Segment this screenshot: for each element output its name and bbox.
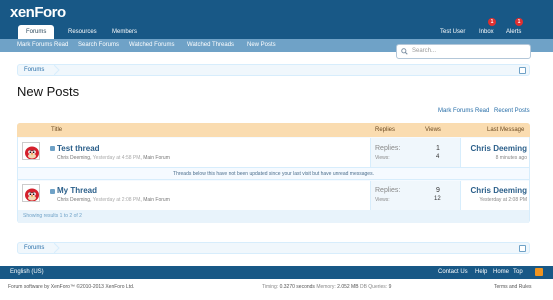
- table-header: [17, 123, 530, 137]
- terms-link[interactable]: Terms and Rules: [494, 284, 532, 290]
- recent-posts-link[interactable]: Recent Posts: [494, 108, 530, 114]
- footer-contact-link[interactable]: Contact Us: [438, 269, 468, 275]
- replies-count: 1: [436, 145, 440, 152]
- site-logo[interactable]: xenForo: [10, 4, 66, 21]
- breadcrumb-arrow-icon: [54, 65, 60, 75]
- views-label: Views:: [375, 197, 390, 203]
- row-stats: [370, 138, 461, 167]
- last-poster[interactable]: Chris Deeming: [460, 144, 527, 153]
- rss-icon[interactable]: [535, 268, 543, 276]
- thread-title-link[interactable]: Test thread: [57, 144, 100, 153]
- subnav-mark-forums-read[interactable]: Mark Forums Read: [17, 42, 68, 48]
- replies-label: Replies:: [375, 187, 401, 194]
- unread-icon[interactable]: [50, 146, 55, 151]
- user-menu[interactable]: Test User: [440, 29, 465, 35]
- subnav-new-posts[interactable]: New Posts: [247, 42, 276, 48]
- breadcrumb-forums[interactable]: Forums: [24, 245, 44, 251]
- footer-home-link[interactable]: Home: [493, 269, 509, 275]
- search-input[interactable]: Search...: [412, 48, 436, 54]
- last-post-time[interactable]: Yesterday at 2:08 PM: [455, 197, 527, 203]
- thread-time: Yesterday at 4:58 PM: [92, 155, 141, 161]
- views-count: 4: [436, 154, 440, 160]
- breadcrumb-forums[interactable]: Forums: [24, 67, 44, 73]
- debug-timing: Timing: 0.3270 seconds Memory: 2.052 MB …: [262, 284, 392, 290]
- angry-bird-icon: [23, 185, 39, 201]
- views-label: Views:: [375, 155, 390, 161]
- subnav-watched-threads[interactable]: Watched Threads: [187, 42, 234, 48]
- jump-to-icon[interactable]: [519, 67, 526, 74]
- column-replies[interactable]: Replies: [375, 127, 395, 133]
- thread-author[interactable]: Chris Deeming: [57, 155, 90, 161]
- copyright[interactable]: Forum software by XenForo™ ©2010-2013 Xe…: [8, 284, 134, 290]
- thread-forum[interactable]: Main Forum: [143, 155, 170, 161]
- avatar[interactable]: [22, 142, 40, 160]
- unread-separator: Threads below this have not been updated…: [18, 169, 529, 180]
- thread-meta: Chris Deeming, Yesterday at 2:08 PM, Mai…: [57, 197, 170, 203]
- thread-forum[interactable]: Main Forum: [143, 197, 170, 203]
- language-chooser[interactable]: English (US): [10, 269, 44, 275]
- column-title[interactable]: Title: [51, 127, 62, 133]
- site-header: [0, 0, 553, 24]
- footer-top-link[interactable]: Top: [513, 269, 523, 275]
- results-count: Showing results 1 to 2 of 2: [18, 210, 529, 223]
- replies-count: 9: [436, 187, 440, 194]
- angry-bird-icon: [23, 143, 39, 159]
- jump-to-icon[interactable]: [519, 245, 526, 252]
- inbox-badge: 1: [488, 18, 496, 26]
- search-box[interactable]: Search...: [396, 44, 531, 59]
- unread-icon[interactable]: [50, 189, 55, 194]
- thread-author[interactable]: Chris Deeming: [57, 197, 90, 203]
- thread-time: Yesterday at 2:08 PM: [92, 197, 141, 203]
- subnav-watched-forums[interactable]: Watched Forums: [129, 42, 174, 48]
- breadcrumb: Forums: [17, 64, 530, 76]
- row-stats: [370, 181, 461, 210]
- alerts-link[interactable]: Alerts: [506, 29, 521, 35]
- avatar[interactable]: [22, 184, 40, 202]
- mark-forums-read-link[interactable]: Mark Forums Read: [438, 108, 489, 114]
- page-title: New Posts: [17, 84, 80, 99]
- tab-members[interactable]: Members: [104, 25, 145, 39]
- table-row: [18, 138, 529, 168]
- search-icon: [401, 48, 408, 55]
- column-views[interactable]: Views: [425, 127, 441, 133]
- views-count: 12: [434, 196, 441, 202]
- footer-help-link[interactable]: Help: [475, 269, 487, 275]
- replies-label: Replies:: [375, 145, 401, 152]
- alerts-badge: 1: [515, 18, 523, 26]
- last-poster[interactable]: Chris Deeming: [460, 186, 527, 195]
- breadcrumb: Forums: [17, 242, 530, 254]
- tab-resources[interactable]: Resources: [60, 25, 105, 39]
- thread-meta: Chris Deeming, Yesterday at 4:58 PM, Mai…: [57, 155, 170, 161]
- last-post-time[interactable]: 8 minutes ago: [460, 155, 527, 161]
- tab-forums[interactable]: Forums: [18, 25, 55, 39]
- subnav-search-forums[interactable]: Search Forums: [78, 42, 119, 48]
- breadcrumb-arrow-icon: [54, 243, 60, 253]
- footer-bar: English (US) Contact Us Help Home Top: [0, 266, 553, 279]
- inbox-link[interactable]: Inbox: [479, 29, 494, 35]
- column-last-message[interactable]: Last Message: [487, 127, 524, 133]
- thread-title-link[interactable]: My Thread: [57, 186, 97, 195]
